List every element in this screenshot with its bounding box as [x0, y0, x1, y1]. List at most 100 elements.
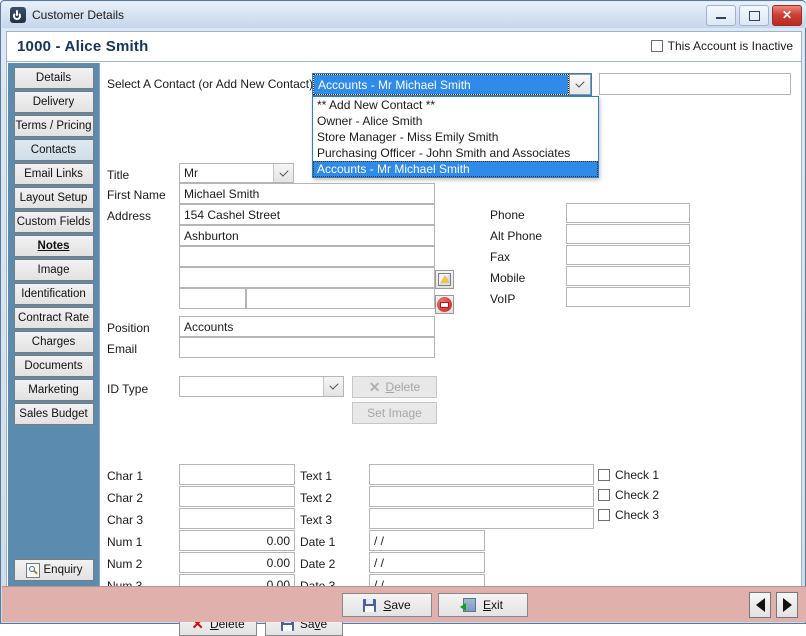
close-button[interactable]: ✕	[772, 5, 802, 26]
magnifier-icon	[25, 562, 40, 578]
next-record-button[interactable]	[776, 592, 798, 618]
voip-field[interactable]	[566, 287, 690, 307]
address-line-3-field[interactable]	[179, 246, 435, 267]
date-2-field[interactable]: / /	[369, 552, 485, 573]
inactive-account-label: This Account is Inactive	[667, 39, 793, 53]
sidebar-item-custom-fields[interactable]: Custom Fields	[13, 211, 94, 233]
contact-selector-dropdown[interactable]: ** Add New Contact ** Owner - Alice Smit…	[312, 96, 599, 178]
inactive-account-checkbox[interactable]: This Account is Inactive	[650, 39, 793, 53]
chevron-down-icon[interactable]	[569, 74, 591, 95]
sidebar-item-image[interactable]: Image	[13, 259, 94, 281]
alt-phone-field[interactable]	[566, 224, 690, 244]
sidebar-item-marketing[interactable]: Marketing	[13, 379, 94, 401]
check-1-label: Check 1	[615, 468, 660, 482]
title-combo[interactable]: Mr	[179, 163, 294, 183]
sidebar-item-details[interactable]: Details	[13, 67, 94, 89]
phone-field[interactable]	[566, 203, 690, 223]
title-value: Mr	[184, 166, 198, 180]
sidebar-item-documents[interactable]: Documents	[13, 355, 94, 377]
sidebar-item-identification[interactable]: Identification	[13, 283, 94, 305]
checkbox-box[interactable]	[650, 40, 663, 52]
contact-selector-combo[interactable]: Accounts - Mr Michael Smith	[312, 73, 592, 96]
sidebar-item-label: Image	[37, 264, 70, 276]
chevron-down-icon[interactable]	[273, 164, 293, 182]
sidebar-item-notes[interactable]: Notes	[13, 235, 94, 257]
text-1-field[interactable]	[369, 464, 594, 485]
previous-record-button[interactable]	[749, 592, 771, 618]
sidebar: Details Delivery Terms / Pricing Contact…	[8, 63, 100, 587]
sidebar-item-layout-setup[interactable]: Layout Setup	[13, 187, 94, 209]
num-1-field[interactable]: 0.00	[179, 530, 295, 551]
check-2-checkbox[interactable]: Check 2	[598, 488, 659, 502]
sidebar-item-label: Contacts	[30, 144, 77, 156]
save-button[interactable]: Save	[342, 593, 432, 617]
text-2-field[interactable]	[369, 486, 594, 507]
enquiry-button[interactable]: Enquiry	[14, 559, 94, 581]
address-line-2-field[interactable]: Ashburton	[179, 225, 435, 246]
address-line-4-field[interactable]	[179, 267, 435, 288]
sidebar-item-delivery[interactable]: Delivery	[13, 91, 94, 113]
triangle-right-icon	[782, 598, 792, 612]
check-3-checkbox[interactable]: Check 3	[598, 508, 659, 522]
address-country-field[interactable]	[246, 288, 435, 309]
position-field[interactable]: Accounts	[179, 316, 435, 337]
send-email-button[interactable]	[435, 295, 454, 314]
date-1-field[interactable]: / /	[369, 530, 485, 551]
checkbox-box[interactable]	[598, 509, 610, 521]
address-label: Address	[107, 209, 152, 223]
sidebar-item-label: Notes	[37, 240, 70, 252]
char-3-label: Char 3	[107, 513, 144, 527]
maximize-button[interactable]	[739, 5, 769, 26]
page-title: 1000 - Alice Smith	[17, 38, 149, 55]
sidebar-item-label: Sales Budget	[19, 408, 88, 420]
num-2-field[interactable]: 0.00	[179, 552, 295, 573]
text-3-field[interactable]	[369, 508, 594, 529]
sidebar-item-contract-rate[interactable]: Contract Rate	[13, 307, 94, 329]
dropdown-option-add-new-contact[interactable]: ** Add New Contact **	[313, 97, 598, 113]
set-image-label: Set Image	[367, 406, 422, 420]
sidebar-item-sales-budget[interactable]: Sales Budget	[13, 403, 94, 425]
exit-label: Exit	[482, 598, 503, 612]
sidebar-item-label: Email Links	[24, 168, 83, 180]
chevron-down-icon[interactable]	[323, 377, 343, 396]
body-panel: Details Delivery Terms / Pricing Contact…	[6, 61, 802, 636]
address-line-1-field[interactable]: 154 Cashel Street	[179, 204, 435, 225]
num-2-label: Num 2	[107, 557, 143, 571]
mobile-field[interactable]	[566, 266, 690, 286]
dropdown-option-accounts[interactable]: Accounts - Mr Michael Smith	[313, 161, 598, 177]
save-disk-icon	[363, 598, 377, 612]
dropdown-option-store-manager[interactable]: Store Manager - Miss Emily Smith	[313, 129, 598, 145]
exit-button[interactable]: Exit	[438, 593, 528, 617]
sidebar-item-charges[interactable]: Charges	[13, 331, 94, 353]
map-lookup-button[interactable]	[435, 270, 454, 289]
minimize-button[interactable]	[706, 5, 736, 26]
char-2-label: Char 2	[107, 491, 144, 505]
sidebar-item-contacts[interactable]: Contacts	[13, 139, 94, 161]
char-2-field[interactable]	[179, 486, 295, 507]
id-type-combo[interactable]	[179, 376, 344, 397]
contact-right-top-field[interactable]	[599, 73, 791, 95]
checkbox-box[interactable]	[598, 469, 610, 481]
date-1-label: Date 1	[300, 535, 336, 549]
first-name-field[interactable]: Michael Smith	[179, 183, 435, 204]
dropdown-option-purchasing-officer[interactable]: Purchasing Officer - John Smith and Asso…	[313, 145, 598, 161]
address-postcode-field[interactable]	[179, 288, 246, 309]
select-contact-label: Select A Contact (or Add New Contact)	[107, 77, 314, 91]
title-bar: Customer Details ✕	[2, 2, 806, 28]
dropdown-option-owner[interactable]: Owner - Alice Smith	[313, 113, 598, 129]
sidebar-item-terms-pricing[interactable]: Terms / Pricing	[13, 115, 94, 137]
email-label: Email	[107, 342, 138, 356]
title-label: Title	[107, 168, 130, 182]
char-3-field[interactable]	[179, 508, 295, 529]
mobile-label: Mobile	[490, 271, 526, 285]
save-label: Save	[383, 598, 411, 612]
email-field[interactable]	[179, 337, 435, 358]
checkbox-box[interactable]	[598, 489, 610, 501]
char-1-field[interactable]	[179, 464, 295, 485]
first-name-label: First Name	[107, 188, 166, 202]
set-image-button: Set Image	[352, 402, 437, 424]
fax-field[interactable]	[566, 245, 690, 265]
sidebar-item-email-links[interactable]: Email Links	[13, 163, 94, 185]
check-1-checkbox[interactable]: Check 1	[598, 468, 659, 482]
bottom-toolbar: Save Exit	[2, 586, 806, 622]
